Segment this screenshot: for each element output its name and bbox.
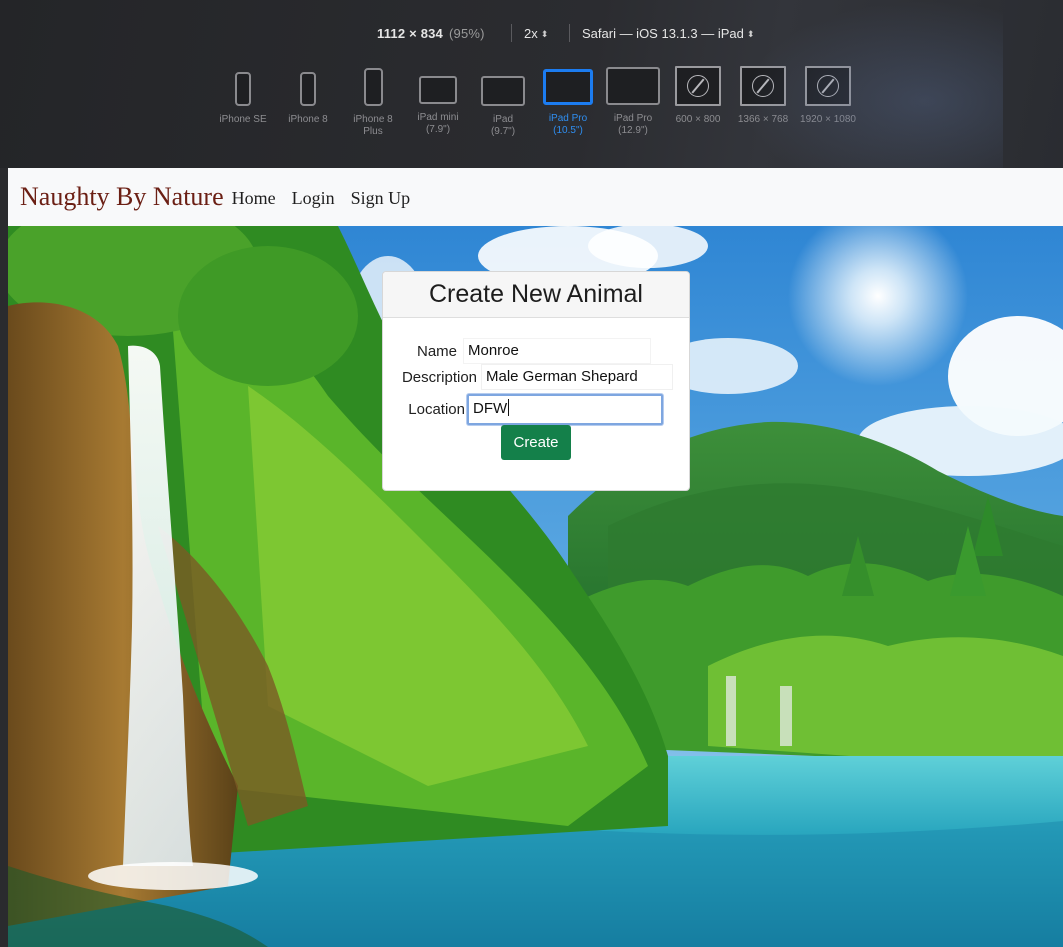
device-label: iPad [492, 114, 513, 125]
responsive-design-toolbar: 1112 × 834 (95%) 2x ⬍ Safari — iOS 13.1.3 … [0, 0, 1063, 168]
device-label: iPhone SE [219, 114, 267, 125]
nav-link-login[interactable]: Login [292, 188, 335, 209]
device-ipad[interactable]: iPad (9.7") [468, 66, 538, 138]
divider [511, 24, 512, 42]
phone-icon [235, 72, 251, 106]
text-caret [508, 399, 510, 416]
device-iphone-8-plus[interactable]: iPhone 8 Plus [338, 66, 408, 138]
user-agent-select[interactable]: Safari — iOS 13.1.3 — iPad ⬍ [582, 26, 754, 41]
name-row: Name Monroe [413, 338, 651, 364]
device-iphone-8[interactable]: iPhone 8 [273, 66, 343, 126]
phone-icon [363, 68, 383, 106]
description-label: Description [401, 368, 477, 386]
tablet-icon [543, 69, 593, 105]
nav-link-signup[interactable]: Sign Up [351, 188, 411, 209]
viewport-dimensions[interactable]: 1112 × 834 (95%) [377, 26, 485, 41]
pixel-ratio-text: 2x [524, 26, 538, 41]
device-ipad-pro-10-5[interactable]: iPad Pro (10.5") [533, 66, 603, 137]
chevron-updown-icon: ⬍ [540, 29, 549, 39]
card-title: Create New Animal [383, 272, 689, 318]
device-label-line2: Plus [363, 126, 383, 137]
name-label: Name [416, 342, 457, 360]
device-label: 600 × 800 [675, 114, 721, 125]
toolbar-top-row: 1112 × 834 (95%) 2x ⬍ Safari — iOS 13.1.3 … [0, 24, 1063, 44]
location-field[interactable]: DFW [467, 394, 663, 425]
page-viewport: Naughty By Nature Home Login Sign Up Cre… [8, 168, 1063, 947]
device-label-line2: (7.9") [425, 124, 451, 135]
device-label: 1920 × 1080 [800, 114, 856, 125]
tablet-icon [481, 76, 525, 106]
compass-icon [675, 66, 721, 106]
device-ipad-mini[interactable]: iPad mini (7.9") [403, 66, 473, 136]
create-animal-card: Create New Animal Name Monroe Descriptio… [382, 271, 690, 491]
device-ipad-pro-12-9[interactable]: iPad Pro (12.9") [598, 66, 668, 137]
user-agent-text: Safari — iOS 13.1.3 — iPad [582, 26, 744, 41]
brand-logo[interactable]: Naughty By Nature [20, 182, 224, 212]
device-600x800[interactable]: 600 × 800 [663, 66, 733, 126]
zoom-text: (95%) [449, 26, 485, 41]
device-1366x768[interactable]: 1366 × 768 [728, 66, 798, 126]
device-label: iPhone 8 [353, 114, 393, 125]
device-label-line2: (10.5") [553, 125, 583, 136]
dimensions-text: 1112 × 834 [377, 26, 443, 41]
device-label: iPhone 8 [288, 114, 328, 125]
create-button[interactable]: Create [501, 425, 571, 460]
tablet-icon [419, 76, 457, 104]
device-label: 1366 × 768 [737, 114, 789, 125]
nav-link-home[interactable]: Home [232, 188, 276, 209]
device-1920x1080[interactable]: 1920 × 1080 [793, 66, 863, 126]
location-row: Location DFW [405, 394, 663, 425]
compass-icon [740, 66, 786, 106]
name-field[interactable]: Monroe [463, 338, 651, 364]
description-row: Description Male German Shepard [397, 364, 673, 390]
phone-icon [300, 72, 316, 106]
pixel-ratio-select[interactable]: 2x ⬍ [524, 26, 548, 41]
location-value: DFW [473, 400, 508, 417]
device-label-line2: (12.9") [618, 125, 648, 136]
navbar: Naughty By Nature Home Login Sign Up [8, 168, 1063, 226]
chevron-updown-icon: ⬍ [746, 29, 755, 39]
device-iphone-se[interactable]: iPhone SE [208, 66, 278, 126]
tablet-icon [606, 67, 660, 105]
device-label-line2: (9.7") [490, 126, 516, 137]
divider [569, 24, 570, 42]
device-label: iPad Pro [613, 113, 653, 124]
description-field[interactable]: Male German Shepard [481, 364, 673, 390]
device-label: iPad mini [417, 112, 459, 123]
compass-icon [805, 66, 851, 106]
device-label: iPad Pro [548, 113, 588, 124]
location-label: Location [408, 401, 465, 418]
